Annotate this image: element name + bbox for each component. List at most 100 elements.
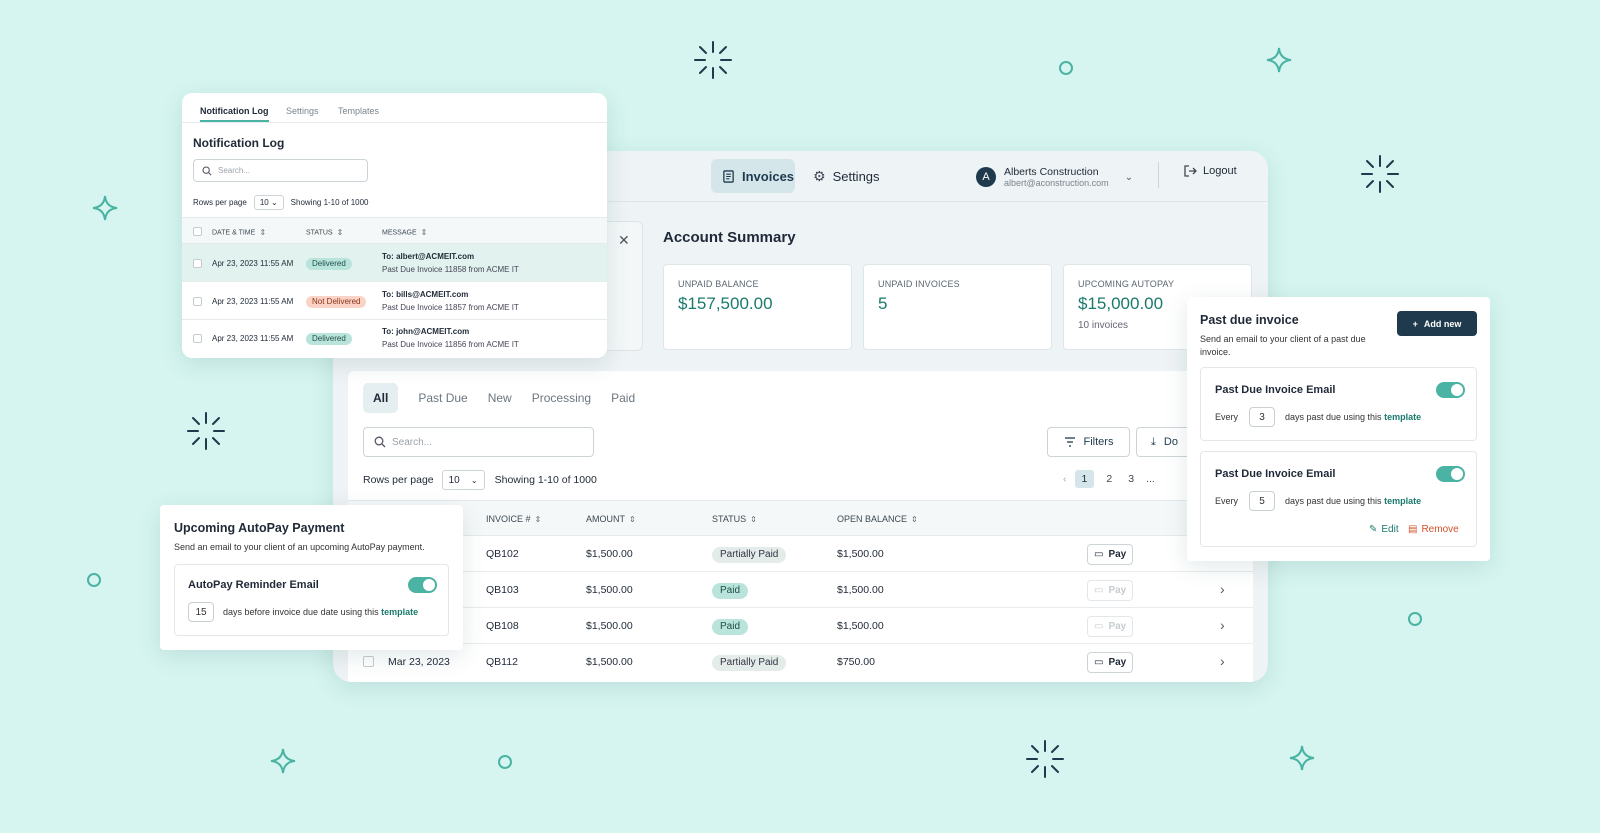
past-due-item-toggle[interactable]: [1436, 466, 1465, 482]
row-open-balance: $750.00: [837, 656, 875, 668]
rows-per-page-select[interactable]: 10 ⌄: [441, 470, 485, 490]
invoice-icon: [723, 169, 734, 183]
sparkle-burst-icon: [694, 41, 732, 79]
status-badge: Delivered: [306, 333, 352, 345]
tab-paid[interactable]: Paid: [611, 391, 635, 405]
table-row[interactable]: Apr 23, 2023 11:55 AM Delivered To: albe…: [182, 244, 607, 282]
table-row[interactable]: QB103 $1,500.00 Paid $1,500.00 ▭ Pay ›: [348, 572, 1253, 608]
past-due-days-input[interactable]: 5: [1249, 491, 1275, 511]
table-row[interactable]: QB108 $1,500.00 Paid $1,500.00 ▭ Pay ›: [348, 608, 1253, 644]
tab-past-due[interactable]: Past Due: [418, 391, 467, 405]
chevron-down-icon: ⌄: [270, 198, 278, 207]
edit-button[interactable]: ✎ Edit: [1369, 524, 1399, 535]
autopay-template-link[interactable]: template: [381, 607, 418, 617]
row-checkbox[interactable]: [193, 259, 202, 268]
tab-processing[interactable]: Processing: [532, 391, 591, 405]
circle-decoration: [498, 755, 512, 769]
column-header-invoice[interactable]: INVOICE # ⇕: [486, 514, 541, 524]
tab-notification-log[interactable]: Notification Log: [200, 106, 269, 122]
summary-value: 5: [878, 294, 888, 313]
chevron-right-icon[interactable]: ›: [1220, 581, 1225, 597]
invoice-search-input[interactable]: Search...: [363, 427, 594, 457]
table-row[interactable]: Apr 23, 2023 11:55 AM Not Delivered To: …: [182, 282, 607, 320]
past-due-card: Past due invoice Send an email to your c…: [1187, 297, 1490, 561]
nav-settings-button[interactable]: ⚙ Settings: [813, 159, 893, 193]
filters-button[interactable]: Filters: [1047, 427, 1130, 457]
notification-search-input[interactable]: Search...: [193, 159, 368, 182]
pay-button[interactable]: ▭ Pay: [1087, 544, 1134, 565]
pay-button[interactable]: ▭ Pay: [1087, 652, 1134, 673]
nav-invoices-label: Invoices: [742, 168, 795, 184]
plus-icon: +: [1412, 318, 1418, 329]
page-3[interactable]: 3: [1124, 470, 1138, 488]
page-2[interactable]: 2: [1102, 470, 1116, 488]
remove-button[interactable]: ▤ Remove: [1408, 524, 1459, 535]
table-row[interactable]: Mar 23, 2023 QB112 $1,500.00 Partially P…: [348, 644, 1253, 680]
filter-icon: [1064, 437, 1075, 447]
autopay-reminder-toggle[interactable]: [408, 577, 437, 593]
status-badge: Paid: [712, 583, 749, 599]
sparkle-burst-icon: [1361, 155, 1399, 193]
status-badge: Not Delivered: [306, 296, 367, 308]
select-all-checkbox[interactable]: [193, 227, 202, 236]
past-due-template-link[interactable]: template: [1384, 412, 1421, 422]
past-due-email-item: Past Due Invoice Email Every 5 days past…: [1200, 451, 1477, 547]
chevron-right-icon[interactable]: ›: [1220, 653, 1225, 669]
notification-tabs: Notification Log Settings Templates: [182, 93, 607, 123]
chevron-right-icon[interactable]: ›: [1220, 617, 1225, 633]
row-open-balance: $1,500.00: [837, 548, 884, 560]
row-checkbox[interactable]: [363, 656, 374, 667]
column-header-message[interactable]: MESSAGE ⇕: [382, 228, 427, 237]
row-checkbox[interactable]: [193, 334, 202, 343]
notification-log-card: Notification Log Settings Templates Noti…: [182, 93, 607, 358]
row-to: To: john@ACMEIT.com: [382, 327, 470, 336]
column-header-amount[interactable]: AMOUNT ⇕: [586, 514, 636, 524]
showing-count: Showing 1-10 of 1000: [290, 198, 369, 207]
row-datetime: Apr 23, 2023 11:55 AM: [212, 259, 294, 268]
tab-templates[interactable]: Templates: [338, 106, 379, 116]
tab-new[interactable]: New: [488, 391, 512, 405]
nav-invoices-button[interactable]: Invoices: [711, 159, 795, 193]
past-due-template-link[interactable]: template: [1384, 496, 1421, 506]
row-date: Mar 23, 2023: [388, 656, 450, 668]
credit-card-icon: ▭: [1094, 585, 1104, 596]
tab-all[interactable]: All: [363, 383, 399, 413]
search-icon: [202, 165, 212, 176]
invoice-tabs: All Past Due New Processing Paid: [363, 383, 635, 413]
column-header-datetime[interactable]: DATE & TIME ⇕: [212, 228, 266, 237]
autopay-reminder-box: AutoPay Reminder Email 15 days before in…: [174, 564, 449, 636]
four-point-star-icon: [270, 748, 296, 774]
add-new-button[interactable]: + Add new: [1397, 311, 1477, 336]
past-due-title: Past due invoice: [1200, 313, 1299, 327]
close-icon[interactable]: ✕: [618, 232, 630, 249]
column-header-status[interactable]: STATUS ⇕: [306, 228, 343, 237]
column-header-status[interactable]: STATUS ⇕: [712, 514, 757, 524]
status-badge: Partially Paid: [712, 547, 787, 563]
four-point-star-icon: [92, 195, 118, 221]
summary-label: UPCOMING AUTOPAY: [1078, 279, 1175, 289]
page-ellipsis: ...: [1146, 473, 1155, 485]
autopay-card: Upcoming AutoPay Payment Send an email t…: [160, 505, 463, 650]
search-placeholder: Search...: [392, 436, 433, 448]
table-row[interactable]: Apr 23, 2023 11:55 AM Delivered To: john…: [182, 320, 607, 358]
autopay-days-input[interactable]: 15: [188, 602, 214, 622]
page-1[interactable]: 1: [1074, 470, 1095, 488]
table-row[interactable]: QB102 $1,500.00 Partially Paid $1,500.00…: [348, 536, 1253, 572]
past-due-days-input[interactable]: 3: [1249, 407, 1275, 427]
column-header-open-balance[interactable]: OPEN BALANCE ⇕: [837, 514, 918, 524]
circle-decoration: [1059, 61, 1073, 75]
chevron-left-icon[interactable]: ‹: [1063, 473, 1067, 485]
tab-settings[interactable]: Settings: [286, 106, 319, 116]
rows-per-page-select[interactable]: 10 ⌄: [253, 195, 284, 210]
past-due-item-title: Past Due Invoice Email: [1215, 468, 1336, 480]
sparkle-burst-icon: [1026, 740, 1064, 778]
status-badge: Partially Paid: [712, 655, 787, 671]
row-invoice: QB103: [486, 584, 519, 596]
row-checkbox[interactable]: [193, 297, 202, 306]
account-switcher[interactable]: A Alberts Construction albert@aconstruct…: [976, 161, 1161, 193]
past-due-every-label: Every: [1215, 412, 1239, 422]
summary-card-unpaid-balance: UNPAID BALANCE $157,500.00: [663, 264, 852, 350]
row-open-balance: $1,500.00: [837, 620, 884, 632]
logout-button[interactable]: Logout: [1183, 164, 1237, 178]
past-due-item-toggle[interactable]: [1436, 382, 1465, 398]
